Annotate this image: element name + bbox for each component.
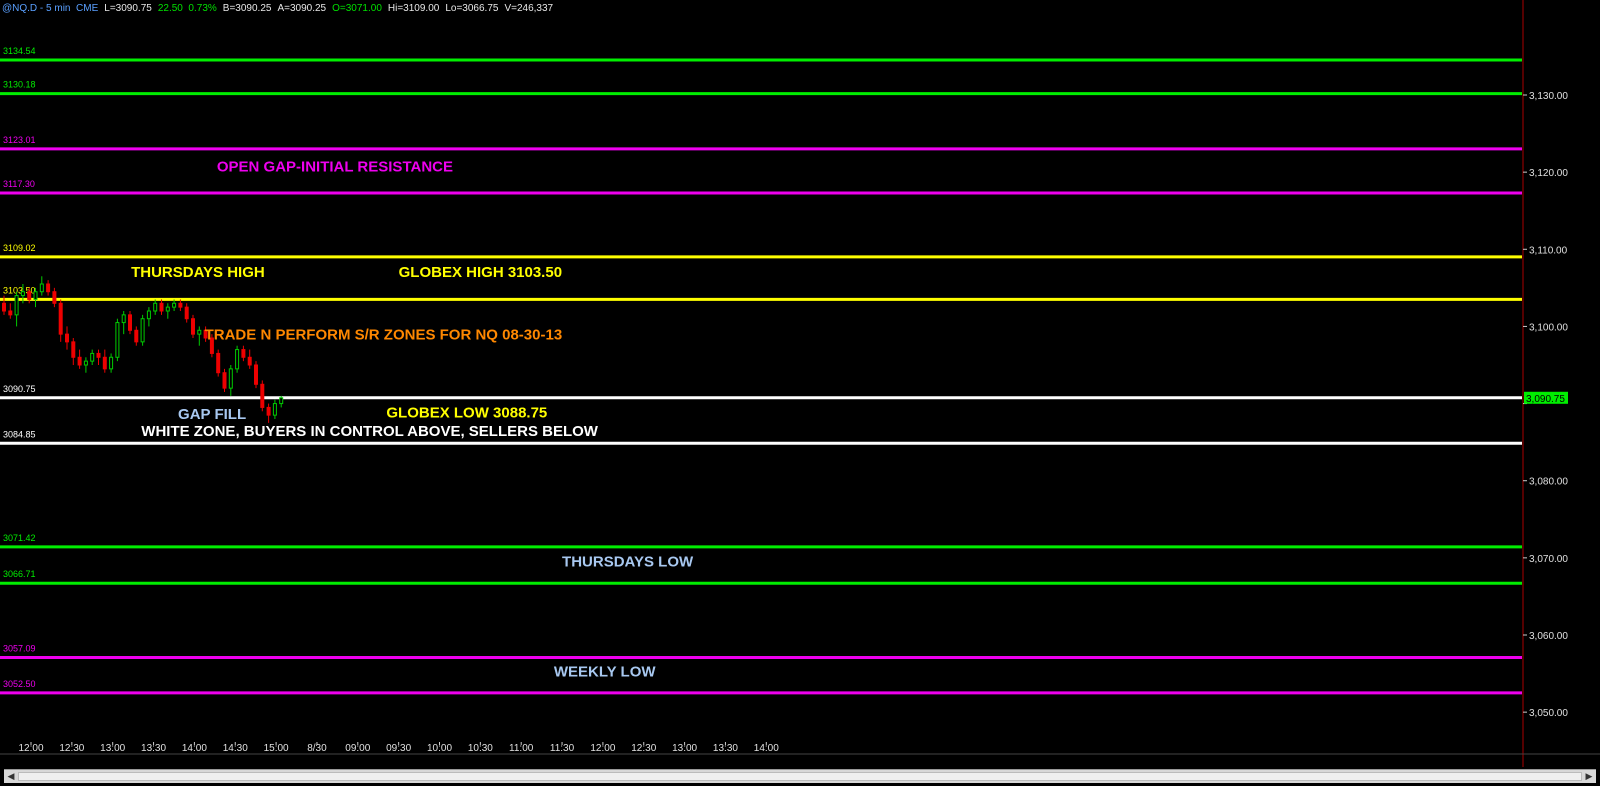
candle-body <box>197 329 202 335</box>
chart-annotation: GLOBEX HIGH 3103.50 <box>399 264 562 281</box>
candle-body <box>272 403 277 416</box>
candle-body <box>228 368 233 389</box>
x-tick-label: 10:30 <box>468 743 493 754</box>
candle-body <box>128 314 132 331</box>
y-tick-label: 3,130.00 <box>1529 91 1568 102</box>
chart-annotation: GAP FILL <box>178 406 246 423</box>
candle-body <box>235 349 240 370</box>
x-tick-label: 12:30 <box>59 743 84 754</box>
candle-body <box>191 318 195 335</box>
y-tick-label: 3,060.00 <box>1529 631 1568 642</box>
x-tick-label: 13:00 <box>100 743 125 754</box>
y-tick-label: 3,080.00 <box>1529 477 1568 488</box>
x-tick-label: 13:30 <box>713 743 738 754</box>
y-tick-label: 3,110.00 <box>1529 245 1568 256</box>
sr-level-label: 3090.75 <box>3 384 36 394</box>
sr-level-label: 3130.18 <box>3 80 36 90</box>
candle-body <box>216 352 221 374</box>
candle-body <box>254 364 258 385</box>
chart-annotation: THURSDAYS HIGH <box>131 264 265 281</box>
scroll-thumb[interactable] <box>18 772 1582 781</box>
candle-body <box>14 295 19 316</box>
chart-annotation: OPEN GAP-INITIAL RESISTANCE <box>217 158 453 175</box>
sr-level-label: 3066.71 <box>3 569 36 579</box>
x-tick-label: 12:30 <box>631 743 656 754</box>
candle-body <box>279 397 284 405</box>
candle-body <box>172 302 177 308</box>
sr-level-label: 3123.01 <box>3 135 36 145</box>
chart-annotation: TRADE N PERFORM S/R ZONES FOR NQ 08-30-1… <box>205 327 563 344</box>
candle-body <box>83 360 88 366</box>
candle-body <box>153 302 158 312</box>
candle-body <box>115 322 120 358</box>
x-tick-label: 11:30 <box>550 743 575 754</box>
candle-body <box>2 302 6 312</box>
candle-body <box>46 283 51 293</box>
y-tick-label: 3,050.00 <box>1529 708 1568 719</box>
candle-body <box>266 406 271 416</box>
candle-body <box>20 291 25 297</box>
chart-annotation: WEEKLY LOW <box>554 664 657 681</box>
candle-body <box>71 341 76 358</box>
x-tick-label: 09:00 <box>345 743 370 754</box>
candle-body <box>8 310 13 316</box>
candle-body <box>222 372 227 389</box>
candle-body <box>90 352 95 362</box>
y-tick-label: 3,100.00 <box>1529 322 1568 333</box>
candle-body <box>96 352 101 358</box>
x-tick-label: 14:00 <box>754 743 779 754</box>
x-tick-label: 12:00 <box>18 743 43 754</box>
x-tick-label: 09:30 <box>386 743 411 754</box>
candle-body <box>109 356 114 370</box>
x-tick-label: 13:00 <box>672 743 697 754</box>
candle-body <box>146 310 151 320</box>
candle-body <box>178 302 183 308</box>
candle-body <box>33 291 38 300</box>
candle-body <box>77 356 82 366</box>
candle-body <box>159 302 164 312</box>
candle-body <box>247 356 252 366</box>
candle-body <box>241 349 246 358</box>
chart-annotation: GLOBEX LOW 3088.75 <box>386 404 547 421</box>
last-price-label: 3,090.75 <box>1526 394 1565 405</box>
sr-level-label: 3134.54 <box>3 46 36 56</box>
candle-body <box>121 314 126 324</box>
x-tick-label: 15:00 <box>264 743 289 754</box>
chart-annotation: WHITE ZONE, BUYERS IN CONTROL ABOVE, SEL… <box>141 423 599 440</box>
x-tick-label: 8/30 <box>307 743 327 754</box>
x-tick-label: 14:30 <box>223 743 248 754</box>
y-tick-label: 3,070.00 <box>1529 554 1568 565</box>
x-tick-label: 13:30 <box>141 743 166 754</box>
price-chart[interactable]: 3,050.00 3,060.00 3,070.00 3,080.00 3,100.00… <box>0 0 1600 786</box>
sr-level-label: 3057.09 <box>3 643 36 653</box>
sr-level-label: 3109.02 <box>3 243 36 253</box>
candle-body <box>134 329 139 343</box>
candle-body <box>260 383 265 408</box>
x-tick-label: 11:00 <box>509 743 534 754</box>
candle-body <box>102 356 107 370</box>
candle-body <box>27 291 32 300</box>
sr-level-label: 3117.30 <box>3 179 35 189</box>
candle-body <box>52 291 57 304</box>
sr-level-label: 3052.50 <box>3 679 36 689</box>
sr-level-label: 3071.42 <box>3 533 36 543</box>
candle-body <box>140 318 145 343</box>
scroll-left-icon[interactable]: ◀ <box>5 770 17 782</box>
x-tick-label: 12:00 <box>590 743 615 754</box>
candle-body <box>184 306 189 320</box>
candle-body <box>39 283 44 293</box>
x-tick-label: 14:00 <box>182 743 207 754</box>
y-tick-label: 3,120.00 <box>1529 168 1568 179</box>
chart-annotation: THURSDAYS LOW <box>562 553 694 570</box>
sr-level-label: 3084.85 <box>3 429 36 439</box>
candle-body <box>65 333 69 343</box>
candle-body <box>165 306 170 312</box>
scroll-right-icon[interactable]: ▶ <box>1583 770 1595 782</box>
x-tick-label: 10:00 <box>427 743 452 754</box>
horizontal-scrollbar[interactable]: ◀ ▶ <box>4 769 1596 783</box>
candle-body <box>58 302 63 335</box>
chart-area[interactable]: @NQ.D - 5 min CME L=3090.75 22.50 0.73% B=3… <box>0 0 1600 786</box>
